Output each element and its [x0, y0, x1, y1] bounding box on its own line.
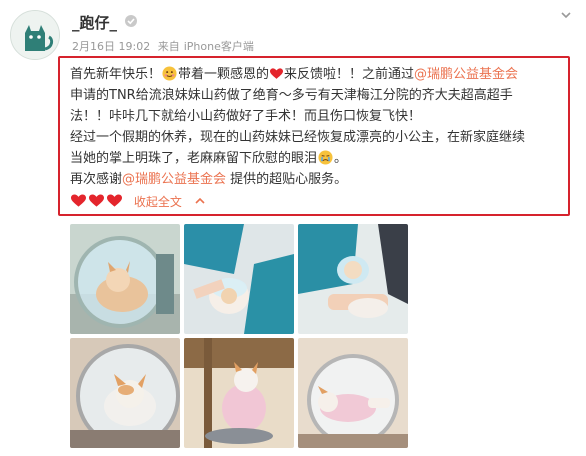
- post-menu-button[interactable]: [556, 8, 576, 28]
- heart-icon: [107, 194, 122, 207]
- text-segment: 首先新年快乐！: [70, 67, 162, 82]
- heart-icon: [71, 194, 86, 207]
- cat-in-carrier-photo[interactable]: [70, 224, 180, 334]
- chevron-up-icon: [195, 197, 205, 204]
- text-segment: 来反馈啦！！之前通过: [284, 67, 415, 82]
- username[interactable]: _跑仔_: [72, 12, 117, 33]
- content-line-3: 法！！咔咔几下就给小山药做好了手术！而且伤口恢复飞快！: [70, 109, 422, 124]
- heart-icon: [270, 68, 284, 79]
- mention-link[interactable]: @瑞鹏公益基金会: [122, 172, 226, 187]
- heart-icon: [89, 194, 104, 207]
- source-prefix: 来自: [157, 40, 180, 53]
- text-segment: 带着一颗感恩的: [178, 67, 270, 82]
- content-line-5: 当她的掌上明珠了，老麻麻留下欣慰的眼泪 。: [70, 148, 558, 169]
- verified-badge-icon: [125, 15, 137, 27]
- cat-in-bubble-carrier-photo[interactable]: [70, 338, 180, 448]
- post-content: 首先新年快乐！ 带着一颗感恩的 来反馈啦！！之前通过@瑞鹏公益基金会 申请的TNR给…: [58, 56, 570, 216]
- content-line-2: 申请的TNR给流浪妹妹山药做了绝育～多亏有天津梅江分院的齐大夫超高超手: [70, 88, 513, 103]
- mention-link[interactable]: @瑞鹏公益基金会: [414, 67, 518, 82]
- source-client[interactable]: iPhone客户端: [184, 40, 254, 53]
- post-meta: 2月16日 19:02 来自 iPhone客户端: [72, 38, 258, 54]
- content-line-1: 首先新年快乐！ 带着一颗感恩的 来反馈啦！！之前通过@瑞鹏公益基金会: [70, 64, 558, 85]
- vet-treatment-photo[interactable]: [298, 224, 408, 334]
- cat-lying-in-carrier-photo[interactable]: [298, 338, 408, 448]
- text-segment: 。: [334, 151, 348, 166]
- content-line-6: 再次感谢@瑞鹏公益基金会 提供的超贴心服务。: [70, 169, 558, 190]
- timestamp[interactable]: 2月16日 19:02: [72, 40, 150, 53]
- chevron-down-icon: [561, 12, 571, 19]
- vet-exam-photo[interactable]: [184, 224, 294, 334]
- crying-emoji-icon: [318, 150, 333, 165]
- content-footer: 收起全文: [70, 192, 558, 213]
- content-line-4: 经过一个假期的休养，现在的山药妹妹已经恢复成漂亮的小公主，在新家庭继续: [70, 130, 526, 145]
- cat-in-recovery-suit-photo[interactable]: [184, 338, 294, 448]
- collapse-label: 收起全文: [133, 195, 182, 209]
- text-segment: 当她的掌上明珠了，老麻麻留下欣慰的眼泪: [70, 151, 318, 166]
- avatar-cat-icon: [11, 11, 59, 59]
- text-segment: 再次感谢: [70, 172, 123, 187]
- collapse-text-link[interactable]: 收起全文: [134, 195, 206, 209]
- smiley-emoji-icon: [162, 66, 177, 81]
- avatar[interactable]: [10, 10, 60, 60]
- text-segment: 提供的超贴心服务。: [226, 172, 348, 187]
